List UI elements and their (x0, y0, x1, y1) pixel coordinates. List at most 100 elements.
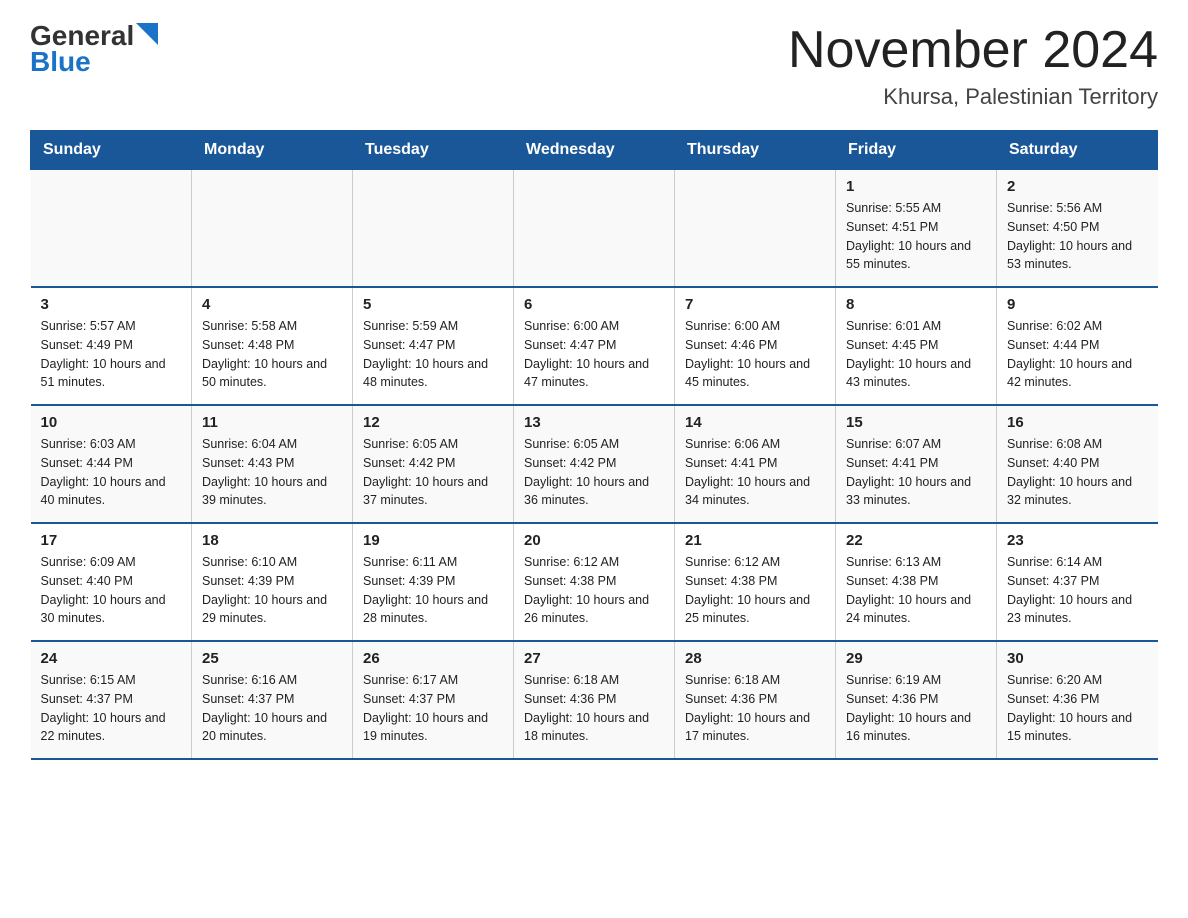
day-info: Sunrise: 6:02 AMSunset: 4:44 PMDaylight:… (1007, 317, 1146, 392)
calendar-cell: 15 Sunrise: 6:07 AMSunset: 4:41 PMDayligh… (836, 405, 997, 523)
day-number: 15 (846, 414, 984, 431)
day-number: 11 (202, 414, 340, 431)
calendar-cell: 19 Sunrise: 6:11 AMSunset: 4:39 PMDayligh… (353, 523, 514, 641)
calendar-cell: 23 Sunrise: 6:14 AMSunset: 4:37 PMDayligh… (997, 523, 1158, 641)
day-info: Sunrise: 6:09 AMSunset: 4:40 PMDaylight:… (41, 553, 180, 628)
day-info: Sunrise: 6:05 AMSunset: 4:42 PMDaylight:… (363, 435, 501, 510)
calendar-title: November 2024 (788, 20, 1158, 80)
day-number: 12 (363, 414, 501, 431)
day-number: 26 (363, 650, 501, 667)
day-info: Sunrise: 5:58 AMSunset: 4:48 PMDaylight:… (202, 317, 340, 392)
calendar-cell: 27 Sunrise: 6:18 AMSunset: 4:36 PMDayligh… (514, 641, 675, 759)
weekday-header-thursday: Thursday (675, 131, 836, 170)
day-info: Sunrise: 6:18 AMSunset: 4:36 PMDaylight:… (524, 671, 662, 746)
day-info: Sunrise: 6:13 AMSunset: 4:38 PMDaylight:… (846, 553, 984, 628)
logo-arrow-icon (136, 23, 158, 45)
day-info: Sunrise: 6:01 AMSunset: 4:45 PMDaylight:… (846, 317, 984, 392)
day-number: 16 (1007, 414, 1146, 431)
day-number: 8 (846, 296, 984, 313)
calendar-week-row: 10 Sunrise: 6:03 AMSunset: 4:44 PMDayligh… (31, 405, 1158, 523)
day-number: 3 (41, 296, 180, 313)
day-number: 21 (685, 532, 823, 549)
calendar-cell: 28 Sunrise: 6:18 AMSunset: 4:36 PMDayligh… (675, 641, 836, 759)
logo: General Blue (30, 20, 158, 78)
day-info: Sunrise: 6:15 AMSunset: 4:37 PMDaylight:… (41, 671, 180, 746)
day-number: 4 (202, 296, 340, 313)
calendar-cell: 4 Sunrise: 5:58 AMSunset: 4:48 PMDaylight… (192, 287, 353, 405)
page-header: General Blue November 2024 Khursa, Pales… (30, 20, 1158, 110)
day-info: Sunrise: 6:19 AMSunset: 4:36 PMDaylight:… (846, 671, 984, 746)
calendar-week-row: 24 Sunrise: 6:15 AMSunset: 4:37 PMDayligh… (31, 641, 1158, 759)
calendar-cell: 5 Sunrise: 5:59 AMSunset: 4:47 PMDaylight… (353, 287, 514, 405)
calendar-week-row: 1 Sunrise: 5:55 AMSunset: 4:51 PMDaylight… (31, 170, 1158, 288)
calendar-cell: 30Sunrise: 6:20 AMSunset: 4:36 PMDayligh… (997, 641, 1158, 759)
day-number: 23 (1007, 532, 1146, 549)
day-info: Sunrise: 5:57 AMSunset: 4:49 PMDaylight:… (41, 317, 180, 392)
weekday-header-row: SundayMondayTuesdayWednesdayThursdayFrid… (31, 131, 1158, 170)
calendar-cell (353, 170, 514, 288)
day-info: Sunrise: 6:05 AMSunset: 4:42 PMDaylight:… (524, 435, 662, 510)
calendar-cell: 18 Sunrise: 6:10 AMSunset: 4:39 PMDayligh… (192, 523, 353, 641)
day-info: Sunrise: 6:14 AMSunset: 4:37 PMDaylight:… (1007, 553, 1146, 628)
day-info: Sunrise: 5:56 AMSunset: 4:50 PMDaylight:… (1007, 199, 1146, 274)
calendar-cell: 10 Sunrise: 6:03 AMSunset: 4:44 PMDayligh… (31, 405, 192, 523)
day-info: Sunrise: 6:06 AMSunset: 4:41 PMDaylight:… (685, 435, 823, 510)
calendar-header: SundayMondayTuesdayWednesdayThursdayFrid… (31, 131, 1158, 170)
day-number: 1 (846, 178, 984, 195)
calendar-cell: 7 Sunrise: 6:00 AMSunset: 4:46 PMDaylight… (675, 287, 836, 405)
day-info: Sunrise: 5:55 AMSunset: 4:51 PMDaylight:… (846, 199, 984, 274)
day-info: Sunrise: 6:18 AMSunset: 4:36 PMDaylight:… (685, 671, 823, 746)
calendar-week-row: 17 Sunrise: 6:09 AMSunset: 4:40 PMDayligh… (31, 523, 1158, 641)
day-number: 20 (524, 532, 662, 549)
day-number: 7 (685, 296, 823, 313)
calendar-week-row: 3 Sunrise: 5:57 AMSunset: 4:49 PMDaylight… (31, 287, 1158, 405)
weekday-header-tuesday: Tuesday (353, 131, 514, 170)
weekday-header-friday: Friday (836, 131, 997, 170)
calendar-cell: 25Sunrise: 6:16 AMSunset: 4:37 PMDayligh… (192, 641, 353, 759)
day-info: Sunrise: 6:20 AMSunset: 4:36 PMDaylight:… (1007, 671, 1146, 746)
calendar-cell (675, 170, 836, 288)
day-number: 14 (685, 414, 823, 431)
calendar-cell (514, 170, 675, 288)
day-info: Sunrise: 5:59 AMSunset: 4:47 PMDaylight:… (363, 317, 501, 392)
calendar-cell (31, 170, 192, 288)
day-info: Sunrise: 6:04 AMSunset: 4:43 PMDaylight:… (202, 435, 340, 510)
day-number: 2 (1007, 178, 1146, 195)
calendar-cell: 12 Sunrise: 6:05 AMSunset: 4:42 PMDayligh… (353, 405, 514, 523)
day-info: Sunrise: 6:12 AMSunset: 4:38 PMDaylight:… (685, 553, 823, 628)
day-number: 9 (1007, 296, 1146, 313)
calendar-cell: 21 Sunrise: 6:12 AMSunset: 4:38 PMDayligh… (675, 523, 836, 641)
calendar-cell: 13 Sunrise: 6:05 AMSunset: 4:42 PMDayligh… (514, 405, 675, 523)
day-number: 10 (41, 414, 180, 431)
day-info: Sunrise: 6:03 AMSunset: 4:44 PMDaylight:… (41, 435, 180, 510)
day-info: Sunrise: 6:00 AMSunset: 4:46 PMDaylight:… (685, 317, 823, 392)
day-info: Sunrise: 6:17 AMSunset: 4:37 PMDaylight:… (363, 671, 501, 746)
day-info: Sunrise: 6:16 AMSunset: 4:37 PMDaylight:… (202, 671, 340, 746)
day-number: 24 (41, 650, 180, 667)
day-info: Sunrise: 6:11 AMSunset: 4:39 PMDaylight:… (363, 553, 501, 628)
calendar-body: 1 Sunrise: 5:55 AMSunset: 4:51 PMDaylight… (31, 170, 1158, 760)
day-info: Sunrise: 6:08 AMSunset: 4:40 PMDaylight:… (1007, 435, 1146, 510)
calendar-cell: 16 Sunrise: 6:08 AMSunset: 4:40 PMDayligh… (997, 405, 1158, 523)
day-number: 19 (363, 532, 501, 549)
calendar-cell: 29 Sunrise: 6:19 AMSunset: 4:36 PMDayligh… (836, 641, 997, 759)
calendar-cell: 1 Sunrise: 5:55 AMSunset: 4:51 PMDaylight… (836, 170, 997, 288)
day-number: 28 (685, 650, 823, 667)
title-block: November 2024 Khursa, Palestinian Territ… (788, 20, 1158, 110)
day-number: 18 (202, 532, 340, 549)
weekday-header-monday: Monday (192, 131, 353, 170)
day-number: 29 (846, 650, 984, 667)
weekday-header-sunday: Sunday (31, 131, 192, 170)
calendar-cell: 9 Sunrise: 6:02 AMSunset: 4:44 PMDaylight… (997, 287, 1158, 405)
calendar-cell: 17 Sunrise: 6:09 AMSunset: 4:40 PMDayligh… (31, 523, 192, 641)
calendar-cell: 6Sunrise: 6:00 AMSunset: 4:47 PMDaylight… (514, 287, 675, 405)
day-number: 5 (363, 296, 501, 313)
day-info: Sunrise: 6:07 AMSunset: 4:41 PMDaylight:… (846, 435, 984, 510)
calendar-cell: 20Sunrise: 6:12 AMSunset: 4:38 PMDayligh… (514, 523, 675, 641)
day-info: Sunrise: 6:10 AMSunset: 4:39 PMDaylight:… (202, 553, 340, 628)
weekday-header-saturday: Saturday (997, 131, 1158, 170)
day-number: 13 (524, 414, 662, 431)
day-number: 17 (41, 532, 180, 549)
calendar-cell: 26 Sunrise: 6:17 AMSunset: 4:37 PMDayligh… (353, 641, 514, 759)
day-number: 27 (524, 650, 662, 667)
